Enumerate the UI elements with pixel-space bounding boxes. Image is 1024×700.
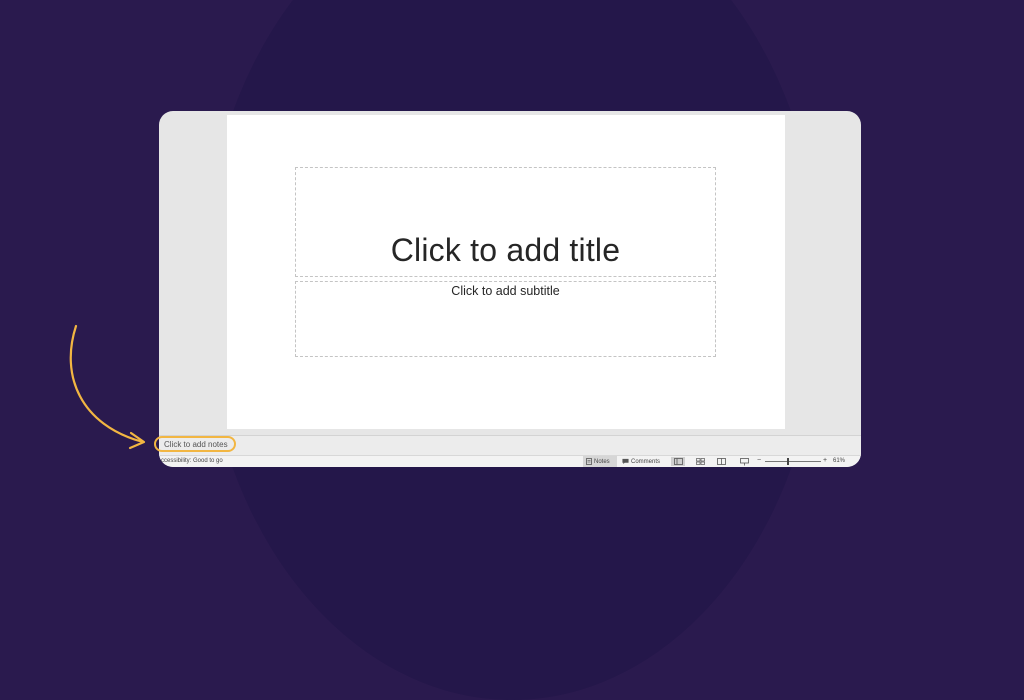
annotation-arrow xyxy=(69,324,146,450)
